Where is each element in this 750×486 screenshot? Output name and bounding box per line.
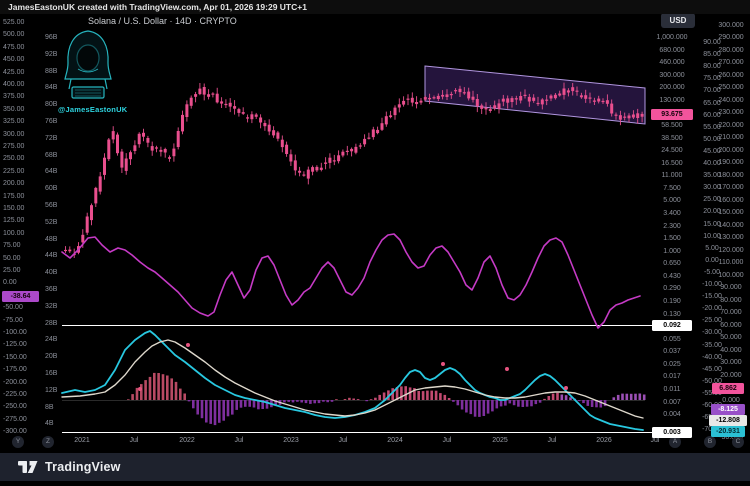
time-axis-label: Jul	[651, 437, 660, 444]
time-axis-label: Jul	[235, 437, 244, 444]
separator-bottom-value-label: 0.003	[652, 427, 692, 438]
time-axis-label: Jul	[130, 437, 139, 444]
username-watermark: @JamesEastonUK	[58, 105, 127, 114]
separator-top-value-label: 0.092	[652, 320, 692, 331]
macd-aux-value-label: 6.862	[712, 383, 744, 394]
currency-usd-button[interactable]: USD	[661, 13, 695, 28]
time-axis-label: 2026	[596, 437, 612, 444]
oscillator-value-label: -38.64	[2, 291, 39, 302]
last-price-label: 93.675	[651, 109, 693, 120]
attribution-bar: JamesEastonUK created with TradingView.c…	[0, 0, 750, 14]
bottom-brand-bar: TradingView	[0, 453, 750, 481]
price-scale-button-b[interactable]: B	[704, 436, 716, 448]
attribution-text: JamesEastonUK created with TradingView.c…	[8, 2, 307, 12]
time-axis-label: 2025	[492, 437, 508, 444]
time-axis-label: Jul	[548, 437, 557, 444]
hacker-avatar-icon	[57, 25, 119, 103]
macd-signal-value-label: -12.808	[709, 415, 747, 426]
tradingview-brand-text[interactable]: TradingView	[45, 460, 121, 474]
time-axis-label: 2021	[74, 437, 90, 444]
chart-window: JamesEastonUK created with TradingView.c…	[0, 0, 750, 481]
macd-histogram-value-label: -8.125	[711, 404, 745, 415]
tradingview-logo-icon[interactable]	[18, 460, 38, 474]
macd-line-value-label: -20.931	[711, 426, 745, 437]
time-axis-label: 2024	[387, 437, 403, 444]
price-scale-button-z[interactable]: Z	[42, 436, 54, 448]
time-axis-label: Jul	[339, 437, 348, 444]
price-scale-button-c[interactable]: C	[732, 436, 744, 448]
time-axis-label: 2022	[179, 437, 195, 444]
time-axis-label: Jul	[443, 437, 452, 444]
price-scale-button-y[interactable]: Y	[12, 436, 24, 448]
time-axis-label: 2023	[283, 437, 299, 444]
